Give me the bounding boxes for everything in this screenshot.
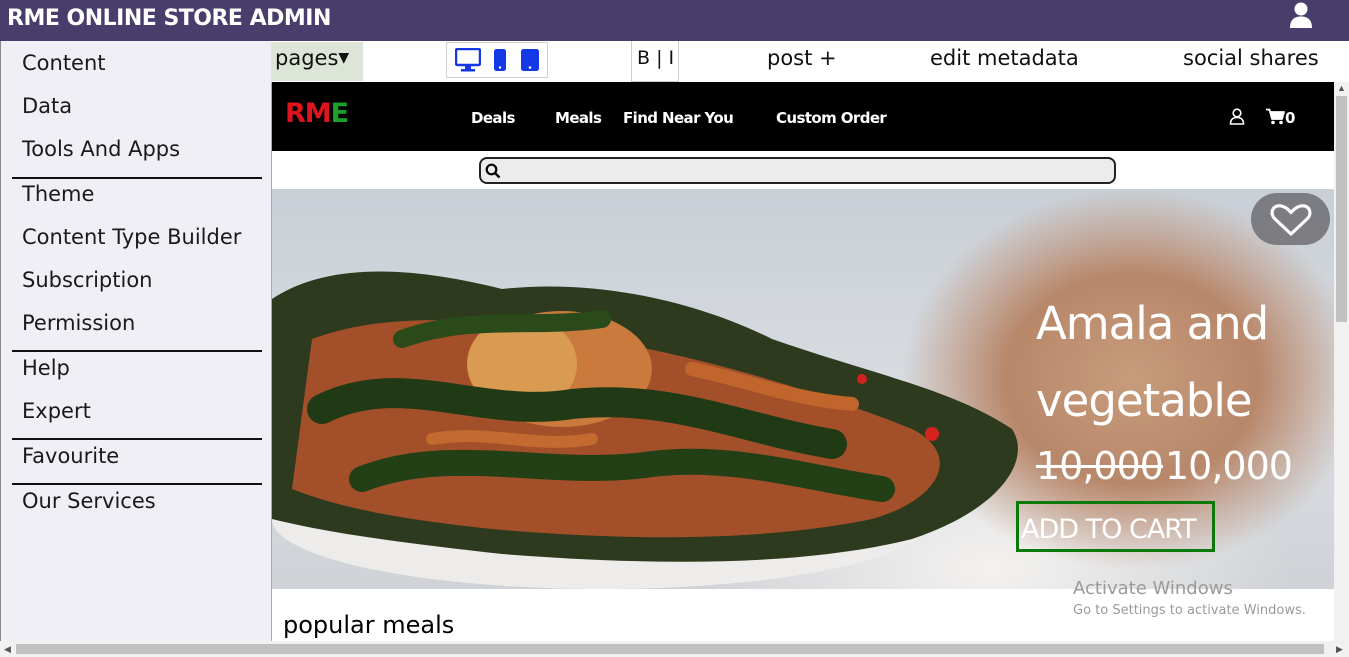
scroll-up-icon[interactable]: ▲ — [1337, 83, 1346, 93]
device-preview-group — [446, 42, 548, 78]
edit-metadata-button[interactable]: edit metadata — [930, 46, 1079, 70]
sidebar-item-help[interactable]: Help — [22, 356, 70, 380]
pages-label: pages — [275, 46, 339, 70]
search-box — [479, 157, 1116, 184]
nav-link-deals[interactable]: Deals — [471, 109, 515, 127]
favourite-button[interactable] — [1251, 193, 1330, 245]
sidebar-item-favourite[interactable]: Favourite — [22, 444, 119, 468]
tablet-icon[interactable] — [520, 48, 540, 72]
sidebar-item-expert[interactable]: Expert — [22, 399, 91, 423]
cart-count: 0 — [1285, 109, 1296, 127]
logo-text-red: RM — [285, 98, 332, 129]
search-bar-row — [272, 151, 1334, 189]
social-shares-button[interactable]: social shares — [1183, 46, 1319, 70]
mobile-icon[interactable] — [493, 48, 507, 72]
sidebar-item-theme[interactable]: Theme — [22, 182, 94, 206]
vertical-scrollbar[interactable]: ▲ — [1334, 82, 1349, 641]
new-post-button[interactable]: post + — [767, 46, 837, 70]
bold-italic-button[interactable]: B | I — [631, 41, 679, 82]
admin-title: RME ONLINE STORE ADMIN — [7, 6, 331, 31]
search-input[interactable] — [507, 161, 1107, 181]
sidebar-item-permission[interactable]: Permission — [22, 311, 135, 335]
sidebar-item-tools-and-apps[interactable]: Tools And Apps — [22, 137, 180, 161]
sidebar-divider — [12, 438, 262, 440]
caret-down-icon: ▼ — [338, 50, 350, 66]
hero-banner: Amala and vegetable 10,000 10,000 ADD TO… — [272, 189, 1334, 589]
original-price: 10,000 — [1036, 444, 1164, 488]
hero-title: Amala and vegetable — [1036, 297, 1269, 427]
add-to-cart-button[interactable]: ADD TO CART — [1016, 501, 1215, 552]
sidebar-divider — [12, 350, 262, 352]
sidebar-item-data[interactable]: Data — [22, 94, 72, 118]
scroll-left-icon[interactable]: ◀ — [4, 644, 11, 655]
sidebar-item-our-services[interactable]: Our Services — [22, 489, 156, 513]
vertical-scroll-thumb[interactable] — [1336, 96, 1347, 322]
activate-windows-subtitle: Go to Settings to activate Windows. — [1073, 603, 1306, 618]
account-icon[interactable] — [1229, 108, 1245, 125]
activate-windows-title: Activate Windows — [1073, 578, 1233, 599]
nav-link-meals[interactable]: Meals — [555, 109, 602, 127]
pages-dropdown[interactable]: pages▼ — [271, 42, 363, 81]
heart-icon — [1270, 204, 1312, 236]
horizontal-scrollbar[interactable]: ◀ ▶ — [0, 641, 1349, 657]
nav-link-find-near-you[interactable]: Find Near You — [623, 109, 734, 127]
horizontal-scroll-thumb[interactable] — [16, 644, 1324, 654]
sidebar-item-subscription[interactable]: Subscription — [22, 268, 152, 292]
sidebar-divider — [12, 483, 262, 485]
popular-meals-heading: popular meals — [283, 611, 455, 639]
site-logo[interactable]: RME — [285, 98, 349, 129]
nav-link-custom-order[interactable]: Custom Order — [776, 109, 887, 127]
cart-icon[interactable] — [1266, 108, 1285, 125]
sidebar-item-content[interactable]: Content — [22, 51, 106, 75]
desktop-icon[interactable] — [455, 48, 481, 72]
admin-sidebar: Content Data Tools And Apps Theme Conten… — [0, 41, 271, 641]
sidebar-item-content-type-builder[interactable]: Content Type Builder — [22, 225, 241, 249]
logo-text-green: E — [330, 98, 349, 129]
site-preview: RME Deals Meals Find Near You Custom Ord… — [271, 82, 1334, 641]
sidebar-divider — [12, 177, 262, 179]
search-icon — [485, 163, 501, 179]
user-icon[interactable] — [1287, 1, 1315, 29]
editor-toolbar: pages▼ B | I post + edit metadata social… — [271, 41, 1349, 82]
scroll-right-icon[interactable]: ▶ — [1336, 644, 1343, 655]
site-navbar: RME Deals Meals Find Near You Custom Ord… — [272, 82, 1334, 151]
admin-header: RME ONLINE STORE ADMIN — [0, 0, 1349, 41]
sale-price: 10,000 — [1165, 444, 1293, 488]
